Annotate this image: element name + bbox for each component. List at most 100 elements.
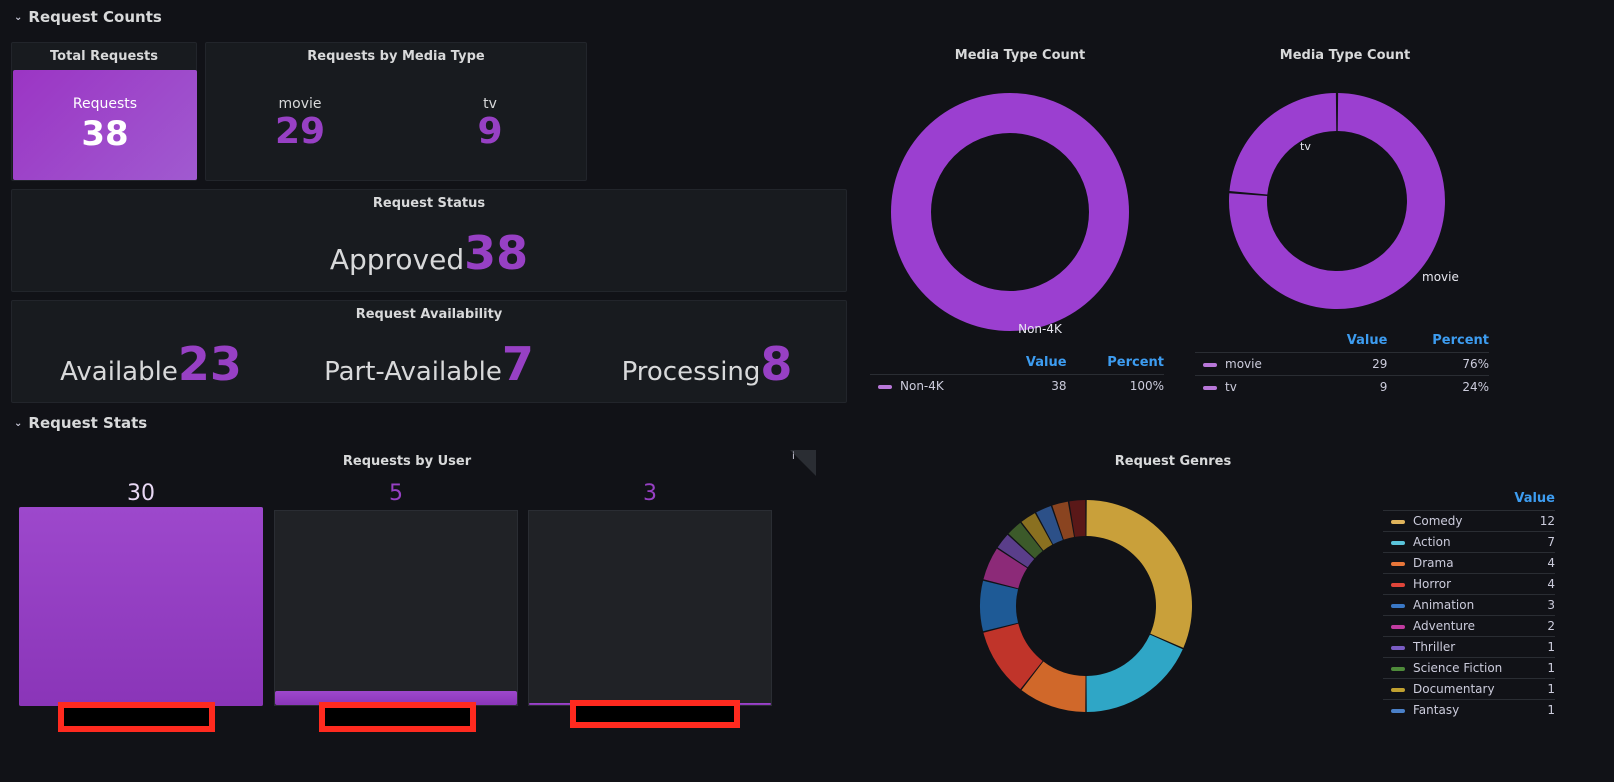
- legend-swatch: [1391, 645, 1405, 650]
- stat-value: 8: [760, 337, 793, 391]
- legend-value: 9: [1314, 375, 1388, 398]
- legend-name: Drama: [1413, 556, 1454, 570]
- user-bar-value: 3: [643, 481, 657, 506]
- legend-value: 1: [1511, 657, 1555, 679]
- chevron-down-icon: ⌄: [14, 417, 23, 429]
- legend-row[interactable]: Comedy 12: [1383, 510, 1555, 532]
- redacted-username: [58, 702, 215, 732]
- panel-request-availability[interactable]: Request Availability Available23 Part-Av…: [11, 300, 847, 403]
- legend-row[interactable]: Animation 3: [1383, 594, 1555, 616]
- legend-row[interactable]: Horror 4: [1383, 573, 1555, 595]
- legend-name: Science Fiction: [1413, 661, 1503, 675]
- legend-row[interactable]: Documentary 1: [1383, 678, 1555, 700]
- row-title: Request Stats: [28, 414, 148, 432]
- legend-name: Adventure: [1413, 619, 1476, 633]
- legend-swatch: [1391, 708, 1405, 713]
- legend-name: Horror: [1413, 577, 1452, 591]
- legend-name: Action: [1413, 535, 1451, 549]
- stat-row: Approved38: [12, 226, 846, 280]
- media-type-slice[interactable]: [1229, 93, 1337, 195]
- panel-title-media-type-count-1: Media Type Count: [954, 48, 1086, 63]
- row-title: Request Counts: [28, 8, 162, 26]
- media-type-donut-2[interactable]: [1222, 86, 1452, 316]
- legend-percent: 24%: [1387, 375, 1489, 398]
- panel-requests-by-media-type[interactable]: Requests by Media Type movie 29 tv 9: [205, 42, 587, 181]
- legend-row[interactable]: Science Fiction 1: [1383, 657, 1555, 679]
- panel-title: Request Status: [372, 196, 486, 211]
- media-type-donut-1[interactable]: [880, 82, 1140, 342]
- redacted-username: [319, 702, 476, 732]
- legend-value: 1: [1511, 636, 1555, 658]
- legend-value: 7: [1511, 531, 1555, 553]
- legend-value: 29: [1314, 352, 1388, 376]
- legend-swatch: [1391, 540, 1405, 545]
- panel-title: Total Requests: [50, 49, 158, 64]
- stat-label-movie: movie: [278, 96, 322, 112]
- legend-swatch: [1203, 385, 1217, 390]
- legend-name: Documentary: [1413, 682, 1495, 696]
- legend-name: Fantasy: [1413, 703, 1460, 717]
- legend-value: 2: [1511, 615, 1555, 637]
- legend-percent: 76%: [1387, 352, 1489, 376]
- legend-value: 4: [1511, 573, 1555, 595]
- stat-value: 23: [177, 337, 242, 391]
- legend-header-value: Value: [1025, 355, 1067, 370]
- legend-name: Animation: [1413, 598, 1475, 612]
- legend-row[interactable]: Thriller 1: [1383, 636, 1555, 658]
- slice-label-movie: movie: [1422, 270, 1459, 284]
- stat-label: Processing: [621, 357, 761, 387]
- user-bar-background: [19, 507, 263, 706]
- legend-row[interactable]: Adventure 2: [1383, 615, 1555, 637]
- genre-slice[interactable]: [1086, 634, 1183, 712]
- legend-header-value: Value: [1514, 491, 1555, 506]
- legend-swatch: [1391, 666, 1405, 671]
- stat-value-approved: 38: [464, 226, 529, 280]
- row-request-counts[interactable]: ⌄ Request Counts: [14, 8, 162, 26]
- stat-label: Requests: [72, 96, 138, 112]
- legend-table-2: Value Percent movie 29 76% tv 9 24%: [1195, 330, 1489, 398]
- legend-value: 12: [1511, 510, 1555, 532]
- stat-available: Available23: [12, 337, 290, 391]
- legend-row[interactable]: Fantasy 1: [1383, 699, 1555, 720]
- user-bar[interactable]: [19, 507, 263, 706]
- genres-legend-table: Value Comedy 12 Action 7 Drama 4 Horror 4 Animat…: [1383, 488, 1555, 720]
- stat-label: Available: [60, 357, 178, 387]
- non4k-slice[interactable]: [891, 93, 1129, 331]
- chevron-down-icon: ⌄: [14, 11, 23, 23]
- user-bar-value: 30: [127, 481, 155, 506]
- legend-swatch: [1391, 687, 1405, 692]
- stat-value-tv: 9: [477, 111, 503, 152]
- legend-percent: 100%: [1066, 374, 1164, 397]
- panel-request-status[interactable]: Request Status Approved38: [11, 189, 847, 292]
- panel-title-media-type-count-2: Media Type Count: [1279, 48, 1411, 63]
- panel-title-request-genres: Request Genres: [1114, 454, 1232, 469]
- redacted-username: [570, 700, 740, 728]
- legend-header-value: Value: [1346, 333, 1388, 348]
- legend-row[interactable]: Non-4K 38 100%: [870, 374, 1164, 397]
- legend-row[interactable]: tv 9 24%: [1195, 375, 1489, 398]
- genres-donut[interactable]: [972, 492, 1200, 720]
- legend-name: Comedy: [1413, 514, 1463, 528]
- genre-slice[interactable]: [980, 580, 1019, 632]
- panel-total-requests[interactable]: Total Requests Requests 38: [11, 42, 197, 181]
- stat-part-available: Part-Available7: [290, 337, 568, 391]
- legend-swatch: [1203, 362, 1217, 367]
- legend-swatch: [1391, 624, 1405, 629]
- legend-name: tv: [1225, 380, 1237, 394]
- legend-header-percent: Percent: [1432, 333, 1489, 348]
- legend-swatch: [1391, 519, 1405, 524]
- legend-row[interactable]: movie 29 76%: [1195, 352, 1489, 376]
- user-bar-background: [528, 510, 772, 706]
- legend-name: movie: [1225, 357, 1262, 371]
- legend-row[interactable]: Action 7: [1383, 531, 1555, 553]
- legend-swatch: [1391, 582, 1405, 587]
- genre-slice[interactable]: [1086, 500, 1192, 648]
- stat-value: 7: [501, 337, 534, 391]
- stat-value: 38: [81, 114, 129, 154]
- legend-row[interactable]: Drama 4: [1383, 552, 1555, 574]
- info-icon[interactable]: i: [792, 451, 795, 462]
- legend-value: 3: [1511, 594, 1555, 616]
- legend-value: 1: [1511, 699, 1555, 720]
- row-request-stats[interactable]: ⌄ Request Stats: [14, 414, 147, 432]
- stat-label: Part-Available: [324, 357, 502, 387]
